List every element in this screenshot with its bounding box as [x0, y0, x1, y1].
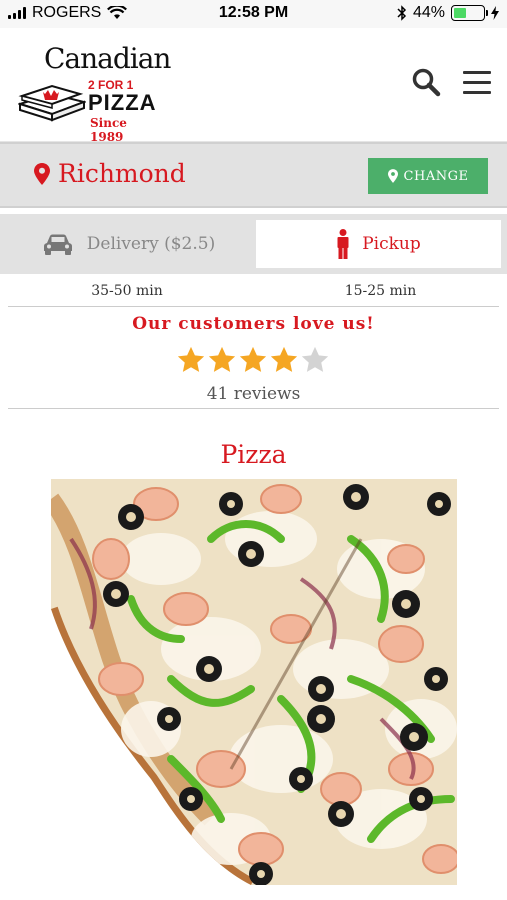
bluetooth-icon: [397, 5, 407, 21]
reviews-count[interactable]: 41 reviews: [0, 384, 507, 404]
status-bar: ROGERS 12:58 PM 44%: [0, 0, 507, 28]
star-filled-icon: [239, 346, 267, 372]
search-icon[interactable]: [410, 66, 442, 98]
hamburger-menu-icon[interactable]: [463, 71, 491, 95]
logo-line4: Since 1989: [90, 116, 127, 144]
pizza-category-image[interactable]: [51, 479, 457, 885]
menu-section-title: Pizza: [220, 440, 287, 469]
battery-percent: 44%: [412, 4, 445, 21]
battery-icon: [451, 5, 488, 21]
location: Richmond: [34, 159, 186, 188]
tab-delivery-label: Delivery ($2.5): [86, 234, 216, 254]
order-type-tabs: Delivery ($2.5) Pickup: [0, 214, 507, 274]
pickup-time: 15-25 min: [344, 283, 417, 299]
star-filled-icon: [270, 346, 298, 372]
tab-pickup[interactable]: Pickup: [256, 220, 501, 268]
logo[interactable]: Canadian 2 FOR 1 PIZZA Since 1989: [18, 40, 171, 144]
car-icon: [43, 234, 72, 255]
pizza-boxes-logo-icon: [18, 84, 86, 122]
charging-icon: [491, 6, 499, 20]
estimated-times: 35-50 min 15-25 min: [0, 276, 507, 308]
star-filled-icon: [208, 346, 236, 372]
star-filled-icon: [177, 346, 205, 372]
logo-line3: PIZZA: [88, 90, 157, 115]
star-empty-icon: [301, 346, 329, 372]
person-icon: [337, 229, 349, 259]
battery-fill: [454, 8, 467, 18]
location-city: Richmond: [58, 159, 186, 188]
reviews-heading: Our customers love us!: [132, 314, 375, 334]
divider: [8, 408, 499, 409]
tab-pickup-label: Pickup: [362, 234, 421, 254]
location-bar: Richmond CHANGE: [0, 142, 507, 208]
pizza-photo: [51, 479, 457, 885]
status-right: 44%: [397, 4, 499, 22]
logo-line1: Canadian: [44, 42, 171, 75]
map-pin-icon: [34, 162, 50, 185]
divider: [8, 306, 499, 307]
map-pin-icon: [387, 169, 398, 183]
delivery-time: 35-50 min: [91, 283, 163, 299]
change-location-button[interactable]: CHANGE: [368, 158, 488, 194]
header: Canadian 2 FOR 1 PIZZA Since 1989: [0, 28, 507, 144]
change-label: CHANGE: [403, 168, 469, 184]
star-rating[interactable]: [176, 344, 332, 378]
tab-delivery[interactable]: Delivery ($2.5): [6, 220, 252, 268]
